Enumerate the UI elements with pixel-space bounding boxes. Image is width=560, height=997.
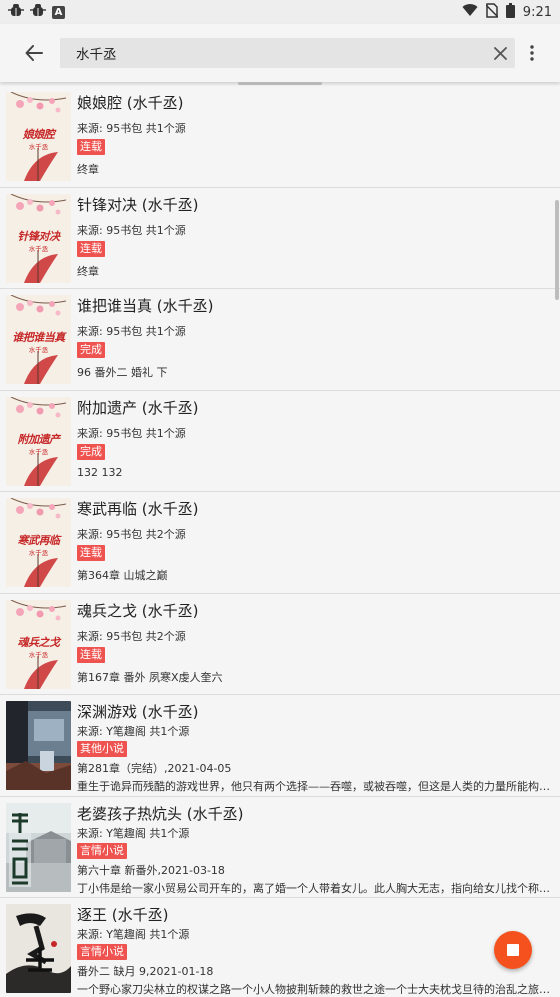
arrow-left-icon bbox=[25, 45, 43, 61]
book-name: 寒武再临 (水千丞) bbox=[77, 500, 199, 518]
close-icon bbox=[493, 46, 507, 60]
book-source: 来源: Y笔趣阁 共1个源 bbox=[77, 826, 190, 840]
book-name: 附加遗产 (水千丞) bbox=[77, 398, 199, 417]
book-item[interactable]: 娘娘腔 水千丞 娘娘腔 (水千丞) 来源: 95书包 共1个源 连载 终章 bbox=[0, 86, 560, 188]
cover-title: 针锋对决 bbox=[17, 229, 61, 243]
book-cover bbox=[6, 904, 71, 993]
book-status-tag: 完成 bbox=[77, 443, 105, 460]
book-latest-chapter: 终章 bbox=[77, 264, 99, 278]
more-vertical-icon bbox=[530, 45, 534, 61]
cover-author: 水千丞 bbox=[28, 549, 49, 557]
cover-title: 谁把谁当真 bbox=[12, 331, 65, 344]
book-source: 来源: 95书包 共2个源 bbox=[77, 629, 186, 643]
clear-search-button[interactable] bbox=[485, 38, 515, 68]
cover-title: 寒武再临 bbox=[17, 534, 61, 547]
book-latest-chapter: 第六十章 新番外,2021-03-18 bbox=[77, 863, 225, 877]
book-cover bbox=[6, 701, 71, 790]
book-item[interactable]: 寒武再临 水千丞 寒武再临 (水千丞) 来源: 95书包 共2个源 连载 第36… bbox=[0, 492, 560, 594]
book-name: 老婆孩子热炕头 (水千丞) bbox=[77, 804, 244, 823]
book-status-tag: 连载 bbox=[77, 545, 105, 561]
cover-author: 水千丞 bbox=[28, 650, 49, 659]
book-status-tag: 连载 bbox=[77, 646, 105, 663]
wifi-icon bbox=[462, 3, 478, 21]
stop-icon bbox=[507, 944, 519, 956]
status-time: 9:21 bbox=[522, 4, 552, 20]
cover-title: 魂兵之戈 bbox=[17, 635, 61, 649]
book-status-tag: 连载 bbox=[77, 240, 105, 257]
book-intro: 一个野心家刀尖林立的权谋之路一个小人物披荆斩棘的救世之途一个士大夫枕戈旦待的治乱… bbox=[77, 983, 555, 996]
stop-search-button[interactable] bbox=[494, 931, 532, 969]
status-bar: A 9:21 bbox=[0, 0, 560, 24]
book-latest-chapter: 第281章（完结）,2021-04-05 bbox=[77, 762, 232, 775]
book-intro: 重生于诡异而残酷的游戏世界，他只有两个选择——吞噬，或被吞噬，但这是人类的力量所… bbox=[77, 780, 555, 793]
book-intro: 丁小伟是给一家小贸易公司开车的，离了婚一个人带着女儿。此人胸大无志，指向给女儿找… bbox=[77, 881, 555, 895]
cover-author: 水千丞 bbox=[28, 143, 49, 151]
cover-author: 水千丞 bbox=[28, 447, 49, 456]
book-item[interactable]: 谁把谁当真 水千丞 谁把谁当真 (水千丞) 来源: 95书包 共1个源 完成 9… bbox=[0, 289, 560, 391]
cover-title: 附加遗产 bbox=[17, 432, 61, 446]
app-notification-icon: A bbox=[52, 5, 65, 19]
book-status-tag: 连载 bbox=[77, 139, 105, 155]
book-name: 魂兵之戈 (水千丞) bbox=[77, 601, 199, 620]
cover-author: 水千丞 bbox=[28, 346, 49, 354]
book-item[interactable]: 针锋对决 水千丞 针锋对决 (水千丞) 来源: 95书包 共1个源 连载 终章 bbox=[0, 188, 560, 289]
book-latest-chapter: 132 132 bbox=[77, 465, 123, 479]
list-scrollbar[interactable] bbox=[555, 200, 559, 300]
book-cover: 针锋对决 水千丞 bbox=[6, 193, 71, 283]
cover-author: 水千丞 bbox=[28, 244, 49, 253]
book-name: 深渊游戏 (水千丞) bbox=[77, 703, 199, 721]
book-source: 来源: 95书包 共1个源 bbox=[77, 325, 186, 338]
book-latest-chapter: 第167章 番外 夙寒X虔人奎六 bbox=[77, 670, 223, 684]
book-category-tag: 言情小说 bbox=[77, 944, 127, 960]
book-name: 针锋对决 (水千丞) bbox=[77, 195, 199, 214]
book-latest-chapter: 番外二 缺月 9,2021-01-18 bbox=[77, 965, 214, 978]
book-cover: 寒武再临 水千丞 bbox=[6, 498, 71, 587]
book-item[interactable]: 老婆孩子热炕头 (水千丞) 来源: Y笔趣阁 共1个源 言情小说 第六十章 新番… bbox=[0, 797, 560, 898]
book-source: 来源: 95书包 共2个源 bbox=[77, 528, 186, 541]
book-cover: 娘娘腔 水千丞 bbox=[6, 92, 71, 181]
search-box bbox=[60, 38, 515, 68]
book-cover: 谁把谁当真 水千丞 bbox=[6, 295, 71, 384]
book-source: 来源: 95书包 共1个源 bbox=[77, 122, 186, 135]
book-latest-chapter: 96 番外二 婚礼 下 bbox=[77, 366, 168, 379]
book-status-tag: 完成 bbox=[77, 342, 105, 358]
search-app-bar bbox=[0, 24, 560, 82]
more-options-button[interactable] bbox=[521, 38, 543, 68]
battery-icon bbox=[505, 2, 515, 22]
book-category-tag: 其他小说 bbox=[77, 741, 127, 757]
book-latest-chapter: 第364章 山城之巅 bbox=[77, 569, 168, 582]
pull-refresh-indicator bbox=[238, 82, 322, 85]
book-name: 逐王 (水千丞) bbox=[77, 906, 169, 924]
book-name: 谁把谁当真 (水千丞) bbox=[77, 297, 214, 315]
book-cover bbox=[6, 802, 71, 892]
book-item[interactable]: 附加遗产 水千丞 附加遗产 (水千丞) 来源: 95书包 共1个源 完成 132… bbox=[0, 391, 560, 492]
book-category-tag: 言情小说 bbox=[77, 842, 127, 859]
search-input[interactable] bbox=[60, 38, 485, 68]
book-item[interactable]: 深渊游戏 (水千丞) 来源: Y笔趣阁 共1个源 其他小说 第281章（完结）,… bbox=[0, 695, 560, 797]
book-source: 来源: 95书包 共1个源 bbox=[77, 223, 186, 237]
book-name: 娘娘腔 (水千丞) bbox=[77, 94, 184, 112]
book-cover: 魂兵之戈 水千丞 bbox=[6, 599, 71, 689]
book-cover: 附加遗产 水千丞 bbox=[6, 396, 71, 486]
book-latest-chapter: 终章 bbox=[77, 163, 99, 176]
no-sim-icon bbox=[485, 2, 499, 22]
bug-icon bbox=[8, 3, 24, 21]
book-source: 来源: Y笔趣阁 共1个源 bbox=[77, 725, 190, 738]
back-button[interactable] bbox=[15, 34, 53, 72]
book-item[interactable]: 逐王 (水千丞) 来源: Y笔趣阁 共1个源 言情小说 番外二 缺月 9,202… bbox=[0, 898, 560, 997]
book-source: 来源: Y笔趣阁 共1个源 bbox=[77, 928, 190, 941]
book-source: 来源: 95书包 共1个源 bbox=[77, 426, 186, 440]
bug-icon bbox=[30, 3, 46, 21]
cover-title: 娘娘腔 bbox=[22, 128, 55, 141]
book-item[interactable]: 魂兵之戈 水千丞 魂兵之戈 (水千丞) 来源: 95书包 共2个源 连载 第16… bbox=[0, 594, 560, 695]
